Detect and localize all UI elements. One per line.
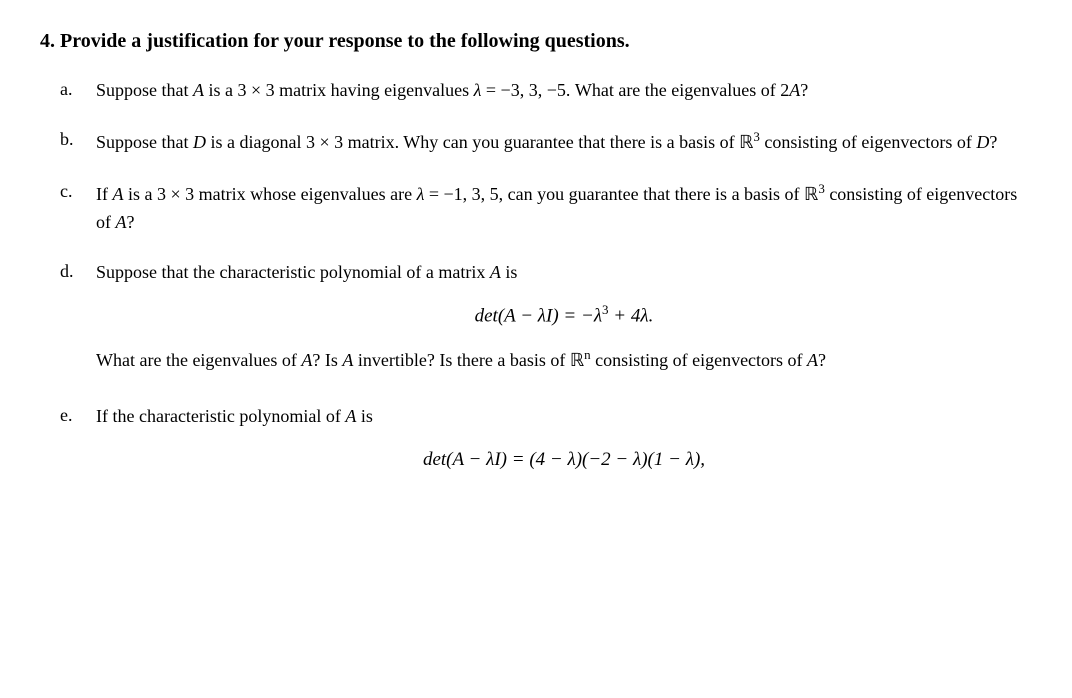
item-label-e: e.	[60, 403, 96, 426]
item-d-followup: What are the eigenvalues of A? Is A inve…	[96, 345, 1032, 375]
item-label-d: d.	[60, 259, 96, 282]
problem-item-a: a. Suppose that A is a 3 × 3 matrix havi…	[60, 77, 1032, 105]
problem-title: Provide a justification for your respons…	[60, 30, 630, 52]
problem-items: a. Suppose that A is a 3 × 3 matrix havi…	[60, 77, 1032, 488]
superscript-3-b: 3	[753, 129, 760, 144]
item-label-b: b.	[60, 127, 96, 150]
problem-number: 4. Provide a justification for your resp…	[40, 30, 1032, 53]
superscript-3-c: 3	[818, 181, 825, 196]
item-d-intro: Suppose that the characteristic polynomi…	[96, 259, 1032, 287]
problem-item-d: d. Suppose that the characteristic polyn…	[60, 259, 1032, 382]
page-container: 4. Provide a justification for your resp…	[40, 30, 1032, 488]
item-e-equation: det(A − λI) = (4 − λ)(−2 − λ)(1 − λ),	[96, 445, 1032, 474]
math-2A-a: A	[789, 80, 800, 100]
problem-item-e: e. If the characteristic polynomial of A…	[60, 403, 1032, 488]
item-label-c: c.	[60, 179, 96, 202]
math-lambda-c: λ	[417, 184, 425, 204]
number-label: 4.	[40, 30, 55, 52]
item-content-d: Suppose that the characteristic polynomi…	[96, 259, 1032, 382]
math-lambda-a: λ	[474, 80, 482, 100]
problem-item-c: c. If A is a 3 × 3 matrix whose eigenval…	[60, 179, 1032, 237]
item-label-a: a.	[60, 77, 96, 100]
math-A-c: A	[113, 184, 124, 204]
item-content-a: Suppose that A is a 3 × 3 matrix having …	[96, 77, 1032, 105]
item-d-equation: det(A − λI) = −λ3 + 4λ.	[96, 300, 1032, 331]
problem-item-b: b. Suppose that D is a diagonal 3 × 3 ma…	[60, 127, 1032, 157]
math-D-b: D	[193, 132, 206, 152]
item-content-b: Suppose that D is a diagonal 3 × 3 matri…	[96, 127, 1032, 157]
math-A2-c: A	[116, 212, 127, 232]
item-e-intro: If the characteristic polynomial of A is	[96, 403, 1032, 431]
item-content-e: If the characteristic polynomial of A is…	[96, 403, 1032, 488]
item-content-c: If A is a 3 × 3 matrix whose eigenvalues…	[96, 179, 1032, 237]
math-A-a: A	[193, 80, 204, 100]
math-D2-b: D	[976, 132, 989, 152]
